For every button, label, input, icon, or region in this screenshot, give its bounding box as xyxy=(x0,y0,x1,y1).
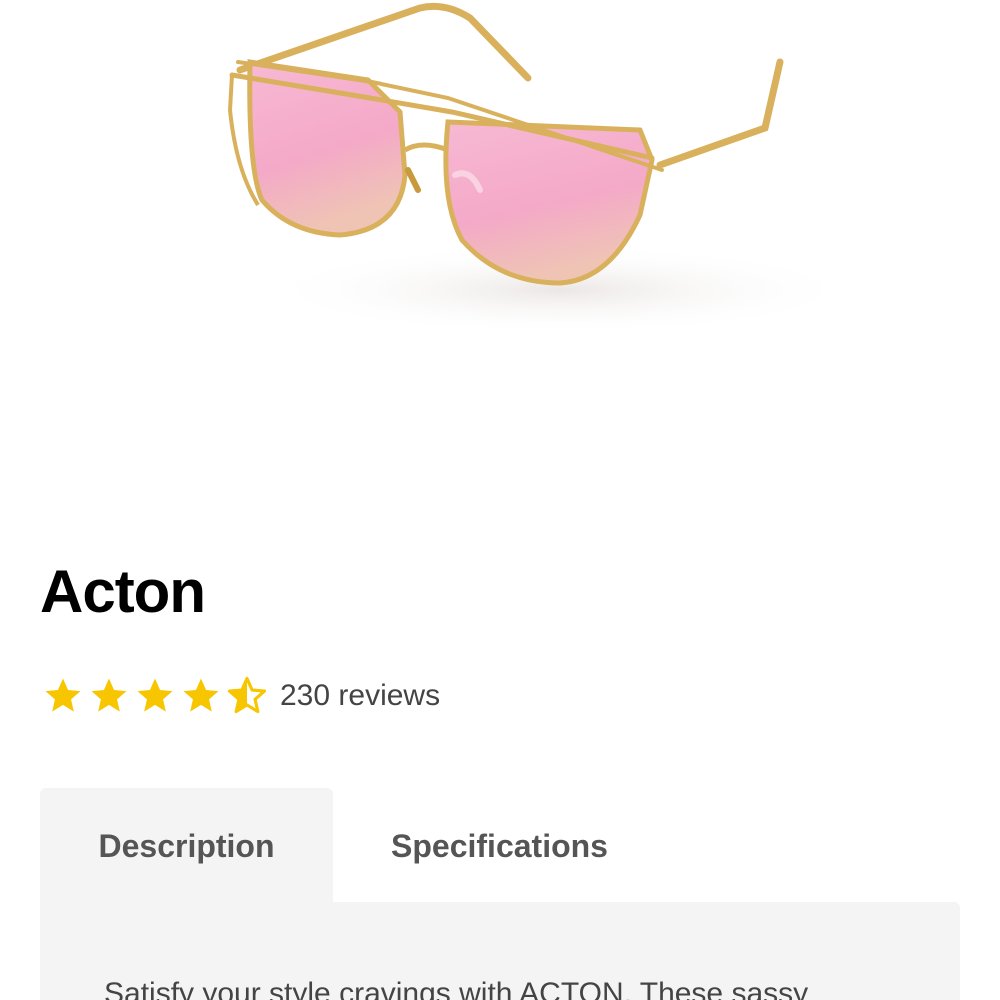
sunglasses-image xyxy=(227,2,860,335)
star-full-icon xyxy=(137,678,173,712)
rating-row[interactable]: 230 reviews xyxy=(42,672,440,720)
star-full-icon xyxy=(183,678,219,712)
description-text: Satisfy your style cravings with ACTON. … xyxy=(104,977,809,1000)
product-title: Acton xyxy=(40,558,206,625)
star-full-icon xyxy=(91,678,127,712)
tab-description[interactable]: Description xyxy=(40,788,333,904)
description-panel: Satisfy your style cravings with ACTON. … xyxy=(40,902,960,1000)
reviews-link[interactable]: 230 reviews xyxy=(280,672,440,720)
product-image[interactable] xyxy=(0,0,1000,520)
star-rating xyxy=(42,675,272,717)
product-tabs: Description Specifications xyxy=(40,788,960,904)
star-half-icon xyxy=(227,676,267,714)
star-full-icon xyxy=(45,678,81,712)
tab-specifications[interactable]: Specifications xyxy=(333,788,666,904)
